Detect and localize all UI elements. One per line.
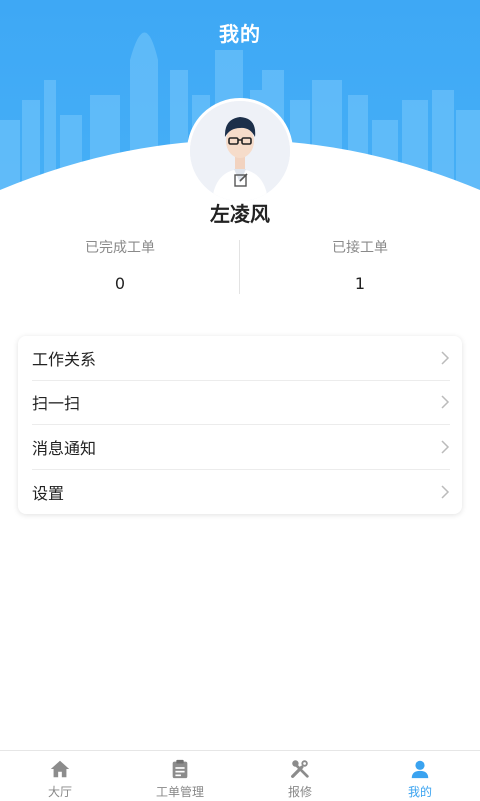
edit-icon[interactable] bbox=[233, 172, 249, 188]
menu-item-notifications[interactable]: 消息通知 bbox=[32, 425, 450, 470]
stat-label: 已接工单 bbox=[332, 240, 388, 256]
avatar-image bbox=[187, 98, 293, 204]
menu-item-label: 扫一扫 bbox=[32, 394, 81, 414]
avatar[interactable] bbox=[187, 98, 293, 204]
tab-label: 我的 bbox=[407, 785, 432, 799]
menu-item-work-relations[interactable]: 工作关系 bbox=[32, 336, 450, 381]
page-title: 我的 bbox=[219, 22, 261, 46]
home-icon bbox=[50, 760, 70, 778]
menu-item-label: 设置 bbox=[32, 483, 65, 503]
user-name: 左凌风 bbox=[210, 202, 270, 226]
person-icon bbox=[411, 760, 429, 779]
clipboard-icon bbox=[172, 759, 188, 779]
chevron-right-icon bbox=[441, 395, 450, 409]
chevron-right-icon bbox=[441, 440, 450, 454]
menu-item-scan[interactable]: 扫一扫 bbox=[32, 381, 450, 425]
bottom-tab-bar: 大厅 工单管理 报修 我的 bbox=[0, 750, 480, 801]
stat-label: 已完成工单 bbox=[85, 240, 155, 256]
tab-mine[interactable]: 我的 bbox=[360, 751, 480, 801]
tab-label: 大厅 bbox=[47, 785, 72, 799]
menu-item-settings[interactable]: 设置 bbox=[32, 470, 450, 515]
tab-work-order-management[interactable]: 工单管理 bbox=[120, 751, 240, 801]
chevron-right-icon bbox=[441, 351, 450, 365]
tab-label: 工单管理 bbox=[155, 785, 204, 799]
work-order-stats: 已完成工单 0 已接工单 1 bbox=[0, 238, 480, 298]
stat-accepted-orders[interactable]: 已接工单 1 bbox=[240, 238, 480, 293]
tab-repair[interactable]: 报修 bbox=[240, 751, 360, 801]
menu-card: 工作关系 扫一扫 消息通知 设置 bbox=[18, 336, 462, 514]
menu-item-label: 消息通知 bbox=[32, 438, 97, 458]
chevron-right-icon bbox=[441, 485, 450, 499]
menu-item-label: 工作关系 bbox=[32, 349, 97, 369]
tools-icon bbox=[291, 760, 309, 778]
stat-completed-orders[interactable]: 已完成工单 0 bbox=[0, 238, 240, 293]
tab-hall[interactable]: 大厅 bbox=[0, 751, 120, 801]
stat-value: 0 bbox=[114, 274, 126, 293]
tab-label: 报修 bbox=[287, 785, 312, 799]
stat-value: 1 bbox=[354, 274, 366, 293]
